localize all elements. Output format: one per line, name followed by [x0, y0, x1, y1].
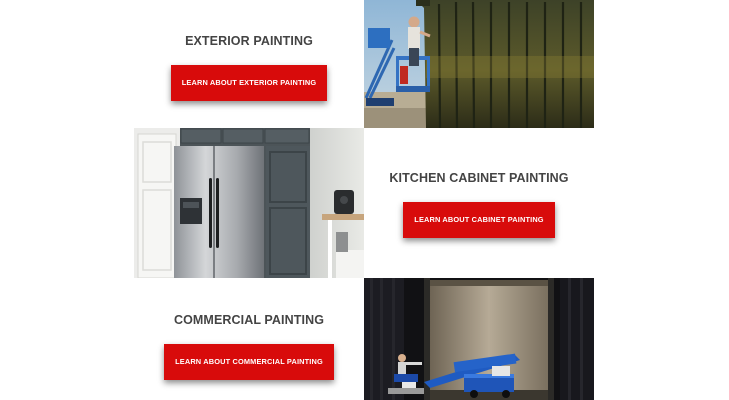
commercial-painting-photo	[364, 278, 594, 400]
learn-about-commercial-painting-button[interactable]: LEARN ABOUT COMMERCIAL PAINTING	[164, 343, 334, 380]
learn-about-exterior-painting-button[interactable]: LEARN ABOUT EXTERIOR PAINTING	[170, 64, 328, 101]
kitchen-cabinet-painting-section: KITCHEN CABINET PAINTING LEARN ABOUT CAB…	[364, 128, 594, 278]
exterior-painting-photo	[364, 0, 594, 128]
exterior-painting-heading: EXTERIOR PAINTING	[185, 33, 313, 48]
learn-about-cabinet-painting-button[interactable]: LEARN ABOUT CABINET PAINTING	[403, 201, 555, 238]
commercial-painting-heading: COMMERCIAL PAINTING	[173, 312, 325, 327]
exterior-painting-section: EXTERIOR PAINTING LEARN ABOUT EXTERIOR P…	[134, 0, 364, 128]
kitchen-cabinet-photo	[134, 128, 364, 278]
commercial-painting-section: COMMERCIAL PAINTING LEARN ABOUT COMMERCI…	[134, 278, 364, 400]
kitchen-cabinet-painting-heading: KITCHEN CABINET PAINTING	[389, 170, 569, 185]
